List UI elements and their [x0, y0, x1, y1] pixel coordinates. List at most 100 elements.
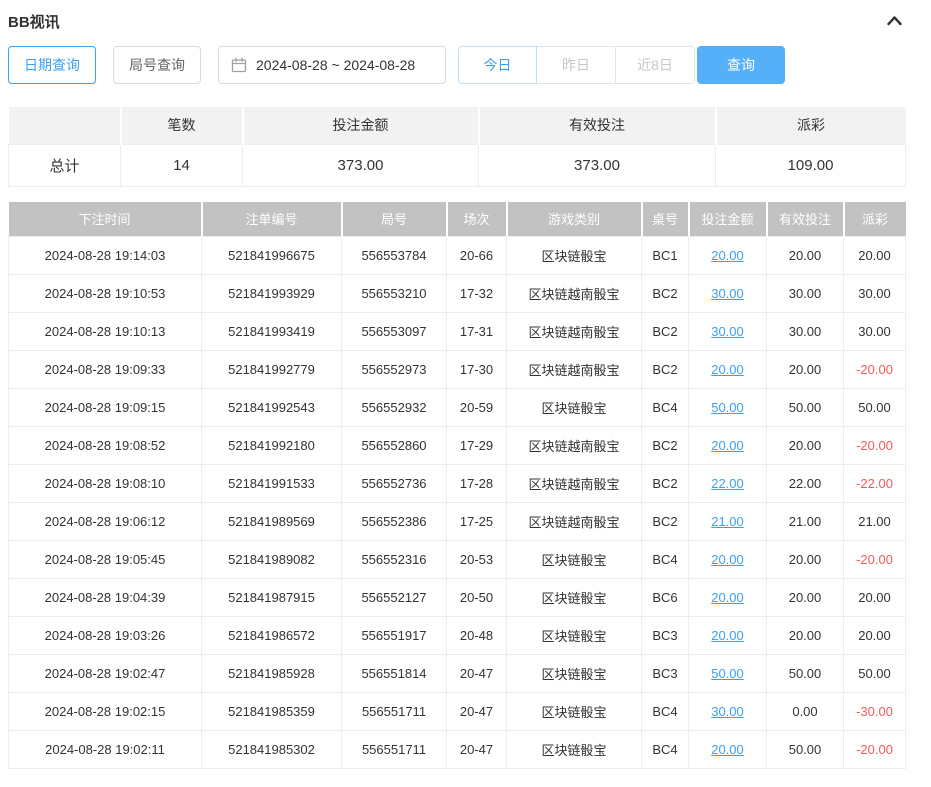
bet-amount-link[interactable]: 30.00 — [689, 275, 767, 313]
summary-col-bet-amount: 投注金额 — [243, 107, 479, 144]
today-button[interactable]: 今日 — [458, 46, 537, 84]
payout-cell: -20.00 — [844, 541, 906, 579]
round-number-cell: 556551711 — [342, 693, 447, 731]
valid-bet-cell: 30.00 — [767, 275, 844, 313]
collapse-button[interactable] — [884, 12, 905, 30]
game-type-cell: 区块链越南骰宝 — [507, 275, 642, 313]
order-number-cell: 521841993929 — [202, 275, 342, 313]
table-row: 2024-08-28 19:06:12 521841989569 5565523… — [9, 503, 906, 541]
session-cell: 20-50 — [447, 579, 507, 617]
table-row: 2024-08-28 19:05:45 521841989082 5565523… — [9, 541, 906, 579]
bet-amount-link[interactable]: 50.00 — [689, 655, 767, 693]
quick-date-group: 今日 昨日 近8日 — [458, 46, 695, 84]
game-type-cell: 区块链骰宝 — [507, 731, 642, 769]
summary-total-label: 总计 — [9, 144, 121, 186]
round-query-button[interactable]: 局号查询 — [113, 46, 201, 84]
table-row: 2024-08-28 19:09:15 521841992543 5565529… — [9, 389, 906, 427]
session-cell: 17-30 — [447, 351, 507, 389]
round-number-cell: 556552973 — [342, 351, 447, 389]
session-cell: 17-25 — [447, 503, 507, 541]
order-number-cell: 521841992543 — [202, 389, 342, 427]
yesterday-button[interactable]: 昨日 — [537, 46, 616, 84]
records-body: 2024-08-28 19:14:03 521841996675 5565537… — [9, 237, 906, 769]
bet-amount-link[interactable]: 20.00 — [689, 541, 767, 579]
bet-time-cell: 2024-08-28 19:10:13 — [9, 313, 202, 351]
table-number-cell: BC2 — [642, 427, 689, 465]
table-number-cell: BC2 — [642, 503, 689, 541]
date-range-value: 2024-08-28 ~ 2024-08-28 — [256, 57, 415, 73]
order-number-cell: 521841989569 — [202, 503, 342, 541]
col-header-bet-time: 下注时间 — [9, 202, 202, 237]
payout-cell: -20.00 — [844, 351, 906, 389]
order-number-cell: 521841985302 — [202, 731, 342, 769]
valid-bet-cell: 22.00 — [767, 465, 844, 503]
table-number-cell: BC6 — [642, 579, 689, 617]
page-title: BB视讯 — [8, 11, 60, 32]
game-type-cell: 区块链骰宝 — [507, 579, 642, 617]
col-header-round-number: 局号 — [342, 202, 447, 237]
bet-amount-link[interactable]: 21.00 — [689, 503, 767, 541]
table-number-cell: BC1 — [642, 237, 689, 275]
order-number-cell: 521841991533 — [202, 465, 342, 503]
bet-amount-link[interactable]: 20.00 — [689, 579, 767, 617]
game-type-cell: 区块链越南骰宝 — [507, 427, 642, 465]
summary-col-payout: 派彩 — [716, 107, 906, 144]
game-type-cell: 区块链骰宝 — [507, 389, 642, 427]
panel-header: BB视讯 — [8, 8, 905, 34]
round-number-cell: 556553784 — [342, 237, 447, 275]
order-number-cell: 521841985359 — [202, 693, 342, 731]
table-number-cell: BC2 — [642, 275, 689, 313]
table-row: 2024-08-28 19:08:10 521841991533 5565527… — [9, 465, 906, 503]
summary-col-valid-bet: 有效投注 — [479, 107, 716, 144]
table-number-cell: BC4 — [642, 693, 689, 731]
game-type-cell: 区块链骰宝 — [507, 655, 642, 693]
bet-amount-link[interactable]: 30.00 — [689, 693, 767, 731]
table-row: 2024-08-28 19:10:53 521841993929 5565532… — [9, 275, 906, 313]
bet-time-cell: 2024-08-28 19:02:15 — [9, 693, 202, 731]
order-number-cell: 521841989082 — [202, 541, 342, 579]
valid-bet-cell: 21.00 — [767, 503, 844, 541]
table-row: 2024-08-28 19:02:11 521841985302 5565517… — [9, 731, 906, 769]
order-number-cell: 521841985928 — [202, 655, 342, 693]
table-row: 2024-08-28 19:02:15 521841985359 5565517… — [9, 693, 906, 731]
col-header-session: 场次 — [447, 202, 507, 237]
payout-cell: -20.00 — [844, 427, 906, 465]
table-row: 2024-08-28 19:02:47 521841985928 5565518… — [9, 655, 906, 693]
payout-cell: 30.00 — [844, 275, 906, 313]
bet-amount-link[interactable]: 20.00 — [689, 731, 767, 769]
order-number-cell: 521841996675 — [202, 237, 342, 275]
game-type-cell: 区块链越南骰宝 — [507, 465, 642, 503]
valid-bet-cell: 20.00 — [767, 351, 844, 389]
bet-time-cell: 2024-08-28 19:08:52 — [9, 427, 202, 465]
game-type-cell: 区块链越南骰宝 — [507, 503, 642, 541]
date-range-input[interactable]: 2024-08-28 ~ 2024-08-28 — [218, 46, 446, 84]
bet-amount-link[interactable]: 22.00 — [689, 465, 767, 503]
payout-cell: 50.00 — [844, 389, 906, 427]
summary-bet-amount-value: 373.00 — [243, 144, 479, 186]
valid-bet-cell: 30.00 — [767, 313, 844, 351]
round-number-cell: 556552316 — [342, 541, 447, 579]
order-number-cell: 521841987915 — [202, 579, 342, 617]
bet-time-cell: 2024-08-28 19:06:12 — [9, 503, 202, 541]
date-query-button[interactable]: 日期查询 — [8, 46, 96, 84]
valid-bet-cell: 20.00 — [767, 541, 844, 579]
last8days-button[interactable]: 近8日 — [616, 46, 695, 84]
bet-amount-link[interactable]: 50.00 — [689, 389, 767, 427]
bet-amount-link[interactable]: 20.00 — [689, 427, 767, 465]
round-number-cell: 556552860 — [342, 427, 447, 465]
bet-amount-link[interactable]: 30.00 — [689, 313, 767, 351]
round-number-cell: 556552127 — [342, 579, 447, 617]
round-number-cell: 556552736 — [342, 465, 447, 503]
bet-amount-link[interactable]: 20.00 — [689, 617, 767, 655]
bet-time-cell: 2024-08-28 19:02:11 — [9, 731, 202, 769]
search-button[interactable]: 查询 — [697, 46, 785, 84]
table-row: 2024-08-28 19:14:03 521841996675 5565537… — [9, 237, 906, 275]
table-number-cell: BC3 — [642, 655, 689, 693]
summary-col-empty — [9, 107, 121, 144]
table-number-cell: BC2 — [642, 351, 689, 389]
payout-cell: -20.00 — [844, 731, 906, 769]
session-cell: 20-47 — [447, 693, 507, 731]
bet-amount-link[interactable]: 20.00 — [689, 351, 767, 389]
order-number-cell: 521841986572 — [202, 617, 342, 655]
bet-amount-link[interactable]: 20.00 — [689, 237, 767, 275]
